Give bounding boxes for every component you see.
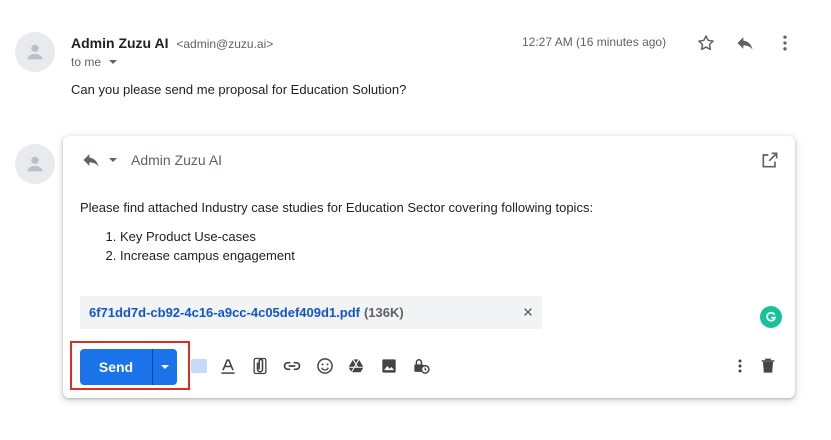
link-icon: [283, 361, 301, 371]
message-timestamp: 12:27 AM (16 minutes ago): [522, 35, 667, 49]
chevron-down-icon: [109, 158, 117, 162]
star-icon: [698, 35, 714, 51]
reply-body-editor[interactable]: Please find attached Industry case studi…: [80, 200, 770, 265]
attachment-filename[interactable]: 6f71dd7d-cb92-4c16-a9cc-4c05def409d1.pdf: [89, 305, 360, 320]
chevron-down-icon: [109, 60, 118, 64]
person-icon: [27, 44, 43, 60]
confidential-icon: [414, 359, 430, 374]
star-button[interactable]: [694, 31, 718, 55]
sender-avatar[interactable]: [15, 32, 55, 72]
popout-icon: [762, 152, 778, 168]
more-options-button[interactable]: [773, 31, 797, 55]
formatting-toolbar-partial: [191, 359, 207, 373]
more-options-button[interactable]: [728, 354, 752, 378]
confidential-mode-button[interactable]: [409, 354, 433, 378]
more-vert-icon: [738, 359, 742, 373]
attachment-size: (136K): [363, 305, 404, 320]
reply-button[interactable]: [733, 31, 757, 55]
grammarly-button[interactable]: [760, 306, 782, 328]
grammarly-icon: [766, 311, 777, 322]
delete-icon: [761, 358, 775, 373]
photo-icon: [382, 359, 396, 373]
popout-button[interactable]: [758, 148, 782, 172]
reply-recipient[interactable]: Admin Zuzu AI: [131, 152, 222, 168]
attach-files-button[interactable]: [248, 354, 272, 378]
more-vert-icon: [783, 35, 787, 51]
send-button[interactable]: Send: [80, 349, 152, 385]
send-button-group: Send: [80, 349, 177, 385]
list-item: Key Product Use-cases: [120, 227, 770, 246]
attachment-chip[interactable]: 6f71dd7d-cb92-4c16-a9cc-4c05def409d1.pdf…: [80, 296, 542, 329]
format-text-icon: [221, 359, 235, 374]
topics-list: Key Product Use-cases Increase campus en…: [80, 227, 770, 265]
message-body: Can you please send me proposal for Educ…: [71, 82, 407, 97]
remove-attachment-button[interactable]: [520, 304, 536, 320]
drive-icon: [348, 359, 364, 373]
insert-link-button[interactable]: [280, 354, 304, 378]
insert-photo-button[interactable]: [377, 354, 401, 378]
discard-draft-button[interactable]: [756, 354, 780, 378]
reply-intro: Please find attached Industry case studi…: [80, 200, 594, 215]
formatting-options-button[interactable]: [216, 354, 240, 378]
chevron-down-icon: [161, 365, 169, 369]
insert-emoji-button[interactable]: [313, 354, 337, 378]
reply-avatar: [15, 144, 55, 184]
reply-composer: Admin Zuzu AI Please find attached Indus…: [63, 136, 795, 398]
send-options-button[interactable]: [152, 349, 177, 385]
reply-header: Admin Zuzu AI: [81, 150, 222, 170]
reply-type-button[interactable]: [81, 150, 117, 170]
recipient-details[interactable]: to me: [71, 55, 118, 69]
sender-name[interactable]: Admin Zuzu AI: [71, 35, 168, 51]
sender-email: <admin@zuzu.ai>: [176, 37, 274, 51]
insert-drive-file-button[interactable]: [344, 354, 368, 378]
reply-icon: [83, 154, 99, 167]
attach-icon: [253, 357, 267, 375]
emoji-icon: [317, 358, 333, 374]
close-icon: [524, 308, 532, 316]
list-item: Increase campus engagement: [120, 246, 770, 265]
sender-line: Admin Zuzu AI <admin@zuzu.ai>: [71, 35, 273, 51]
person-icon: [27, 156, 43, 172]
to-me-label: to me: [71, 55, 102, 69]
reply-icon: [737, 37, 753, 50]
